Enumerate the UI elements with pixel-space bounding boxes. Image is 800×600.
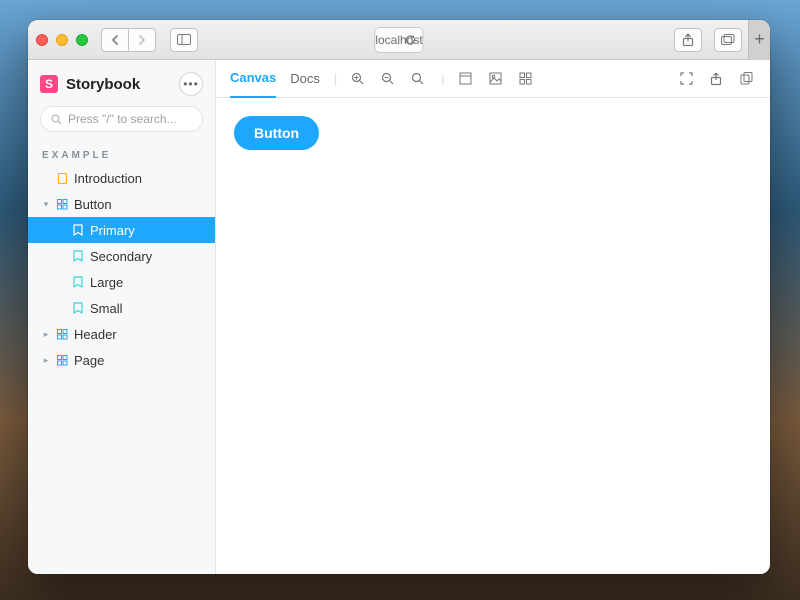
tree-item-button-secondary[interactable]: Secondary [28, 243, 215, 269]
preview-canvas: Button [216, 98, 770, 574]
toolbar-separator: | [441, 71, 444, 86]
sidebar-section-label: EXAMPLE [28, 142, 215, 165]
browser-right-tools: + [668, 20, 762, 60]
tree-item-introduction[interactable]: Introduction [28, 165, 215, 191]
window-controls [36, 34, 88, 46]
tree-label: Small [90, 301, 123, 316]
preview-button-primary[interactable]: Button [234, 116, 319, 150]
window-close-button[interactable] [36, 34, 48, 46]
story-icon [72, 250, 84, 262]
grid-icon[interactable] [519, 72, 535, 85]
nav-back-forward [102, 28, 156, 52]
component-icon [56, 354, 68, 366]
window-minimize-button[interactable] [56, 34, 68, 46]
tab-label: Canvas [230, 70, 276, 85]
storybook-logo-icon: S [40, 75, 58, 93]
toolbar-right [680, 72, 756, 86]
address-bar[interactable]: localhost [374, 27, 423, 53]
tree-label: Header [74, 327, 117, 342]
button-label: Button [254, 125, 299, 141]
reload-icon[interactable] [405, 34, 417, 46]
storybook-brand: Storybook [66, 76, 140, 93]
caret-down-icon: ▾ [42, 199, 50, 210]
tree-item-header[interactable]: ▸ Header [28, 321, 215, 347]
nav-back-button[interactable] [101, 28, 129, 52]
sidebar-header: S Storybook ••• [28, 60, 215, 106]
sidebar-menu-button[interactable]: ••• [179, 72, 203, 96]
preview-toolbar: Canvas Docs | | [216, 60, 770, 98]
story-icon [72, 224, 84, 236]
fullscreen-icon[interactable] [680, 72, 696, 86]
tree-label: Secondary [90, 249, 152, 264]
tree-item-page[interactable]: ▸ Page [28, 347, 215, 373]
caret-right-icon: ▸ [42, 329, 50, 340]
new-tab-button[interactable]: + [748, 20, 770, 60]
storybook-sidebar: S Storybook ••• Press "/" to search... E… [28, 60, 216, 574]
toolbar-separator: | [334, 71, 337, 86]
search-icon [51, 114, 62, 125]
tab-docs[interactable]: Docs [290, 60, 320, 98]
tree-item-button[interactable]: ▾ Button [28, 191, 215, 217]
copy-link-icon[interactable] [740, 72, 756, 86]
zoom-out-icon[interactable] [381, 72, 397, 86]
browser-window: localhost + S Storybook ••• [28, 20, 770, 574]
tree-item-button-large[interactable]: Large [28, 269, 215, 295]
tab-label: Docs [290, 71, 320, 86]
share-button[interactable] [674, 28, 702, 52]
tree-label: Large [90, 275, 123, 290]
tabs-button[interactable] [714, 28, 742, 52]
storybook-main: Canvas Docs | | [216, 60, 770, 574]
viewport-icon[interactable] [459, 72, 475, 85]
sidebar-tree: Introduction ▾ Button Primary [28, 165, 215, 373]
document-icon [56, 172, 68, 184]
sidebar-search[interactable]: Press "/" to search... [40, 106, 203, 132]
tree-item-button-primary[interactable]: Primary [28, 217, 215, 243]
tree-label: Introduction [74, 171, 142, 186]
open-new-tab-icon[interactable] [710, 72, 726, 86]
storybook-app: S Storybook ••• Press "/" to search... E… [28, 60, 770, 574]
tab-canvas[interactable]: Canvas [230, 60, 276, 98]
nav-forward-button[interactable] [128, 28, 156, 52]
zoom-reset-icon[interactable] [411, 72, 427, 86]
story-icon [72, 302, 84, 314]
tree-label: Button [74, 197, 112, 212]
browser-titlebar: localhost + [28, 20, 770, 60]
tree-label: Page [74, 353, 104, 368]
zoom-in-icon[interactable] [351, 72, 367, 86]
background-icon[interactable] [489, 72, 505, 85]
caret-right-icon: ▸ [42, 355, 50, 366]
search-placeholder: Press "/" to search... [68, 112, 177, 126]
window-maximize-button[interactable] [76, 34, 88, 46]
component-icon [56, 328, 68, 340]
tree-label: Primary [90, 223, 135, 238]
story-icon [72, 276, 84, 288]
sidebar-toggle-button[interactable] [170, 28, 198, 52]
component-icon [56, 198, 68, 210]
tree-item-button-small[interactable]: Small [28, 295, 215, 321]
